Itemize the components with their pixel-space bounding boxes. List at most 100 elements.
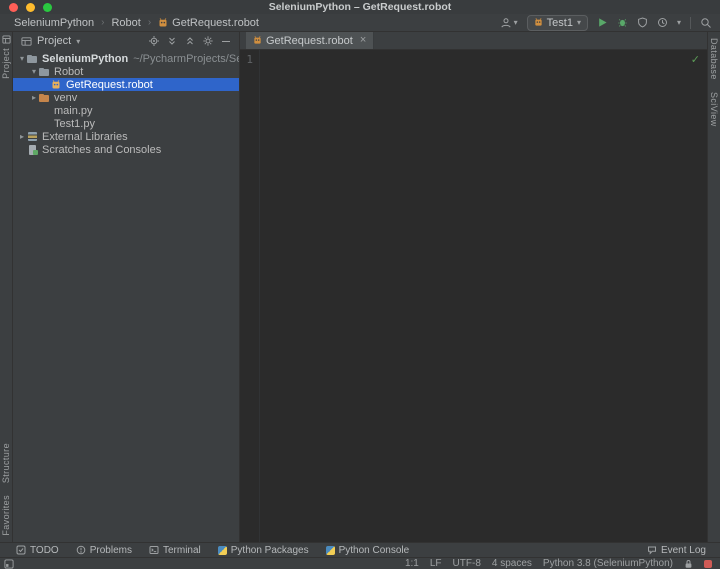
bottom-toolwindow-right: Event Log xyxy=(647,545,706,556)
breadcrumb-project[interactable]: SeleniumPython xyxy=(14,17,94,29)
problems-icon xyxy=(76,545,86,555)
debug-button[interactable] xyxy=(617,17,628,28)
panel-icon xyxy=(21,36,32,47)
tree-item-label: main.py xyxy=(54,105,93,117)
run-configuration-name: Test1 xyxy=(547,17,573,29)
folder-icon xyxy=(39,92,50,103)
minimize-window-button[interactable] xyxy=(26,3,35,12)
more-run-actions-button[interactable]: ▾ xyxy=(677,19,681,27)
project-panel-title[interactable]: Project xyxy=(37,35,71,47)
status-widgets: 1:1 LF UTF-8 4 spaces Python 3.8 (Seleni… xyxy=(405,558,712,569)
fullscreen-window-button[interactable] xyxy=(43,3,52,12)
chevron-right-icon[interactable]: ▸ xyxy=(29,94,39,102)
toolwindow-stripe-database[interactable]: Database xyxy=(709,38,719,80)
python-file-icon xyxy=(39,118,50,129)
breadcrumb-folder[interactable]: Robot xyxy=(111,17,140,29)
tree-item-test1-py[interactable]: Test1.py xyxy=(13,117,239,130)
tree-item-label: External Libraries xyxy=(42,131,128,143)
toolwindow-stripe-project[interactable]: Project xyxy=(1,48,11,79)
breadcrumb-file[interactable]: GetRequest.robot xyxy=(158,17,259,29)
tree-item-external-libraries[interactable]: ▸ External Libraries xyxy=(13,130,239,143)
encoding-widget[interactable]: UTF-8 xyxy=(453,558,481,569)
run-button[interactable] xyxy=(597,17,608,28)
bottom-toolwindow-left: TODO Problems Terminal Python Packages P… xyxy=(16,545,409,556)
toolwindow-label: Problems xyxy=(90,545,132,556)
navigation-bar: SeleniumPython › Robot › GetRequest.robo… xyxy=(0,14,720,32)
expand-all-button[interactable] xyxy=(166,35,178,47)
toolwindow-toggle-icon[interactable] xyxy=(4,559,14,569)
hide-panel-button[interactable] xyxy=(220,35,232,47)
toolwindow-stripe-favorites[interactable]: Favorites xyxy=(1,495,11,536)
run-toolbar: ▾ Test1 ▾ ▾ xyxy=(500,15,712,31)
tree-item-label: SeleniumPython xyxy=(42,53,128,65)
profiler-button[interactable] xyxy=(657,17,668,28)
toolwindow-label: Terminal xyxy=(163,545,201,556)
code-with-me-button[interactable]: ▾ xyxy=(500,17,518,29)
right-tool-strip: Database SciView xyxy=(707,32,720,542)
editor-content[interactable] xyxy=(260,50,707,542)
terminal-icon xyxy=(149,545,159,555)
line-separator-widget[interactable]: LF xyxy=(430,558,442,569)
chevron-down-icon: ▾ xyxy=(514,19,518,27)
folder-icon xyxy=(27,53,38,64)
caret-position-widget[interactable]: 1:1 xyxy=(405,558,419,569)
toolwindow-label: Python Console xyxy=(339,545,410,556)
panel-header-actions xyxy=(148,35,232,47)
toolwindow-event-log-button[interactable]: Event Log xyxy=(647,545,706,556)
scratches-icon xyxy=(27,144,38,155)
inspections-ok-icon[interactable]: ✓ xyxy=(691,53,700,66)
locate-file-button[interactable] xyxy=(148,35,160,47)
close-tab-icon[interactable]: × xyxy=(360,35,366,46)
toolwindow-todo-button[interactable]: TODO xyxy=(16,545,59,556)
toolbar-separator xyxy=(690,17,691,29)
lock-icon[interactable] xyxy=(684,559,693,569)
chevron-right-icon[interactable]: ▸ xyxy=(17,133,27,141)
chevron-down-icon[interactable]: ▾ xyxy=(76,37,80,46)
titlebar: SeleniumPython – GetRequest.robot xyxy=(0,0,720,14)
bottom-toolwindow-bar: TODO Problems Terminal Python Packages P… xyxy=(0,542,720,557)
editor[interactable]: 1 ✓ xyxy=(240,50,707,542)
window-title: SeleniumPython – GetRequest.robot xyxy=(0,0,720,14)
breadcrumb-file-label: GetRequest.robot xyxy=(172,17,259,29)
toolwindow-terminal-button[interactable]: Terminal xyxy=(149,545,201,556)
tree-item-robot-folder[interactable]: ▾ Robot xyxy=(13,65,239,78)
tree-item-scratches[interactable]: Scratches and Consoles xyxy=(13,143,239,156)
breadcrumb: SeleniumPython › Robot › GetRequest.robo… xyxy=(14,17,259,29)
breadcrumb-separator-icon: › xyxy=(101,17,104,28)
run-with-coverage-button[interactable] xyxy=(637,17,648,28)
chevron-down-icon: ▾ xyxy=(677,19,681,27)
tree-item-getrequest-robot[interactable]: GetRequest.robot xyxy=(13,78,239,91)
editor-tab-label: GetRequest.robot xyxy=(266,35,353,47)
toolwindow-stripe-structure[interactable]: Structure xyxy=(1,443,11,483)
toolwindow-label: Python Packages xyxy=(231,545,309,556)
folder-icon xyxy=(39,66,50,77)
notification-indicator-icon[interactable] xyxy=(704,560,712,568)
tree-item-venv-folder[interactable]: ▸ venv xyxy=(13,91,239,104)
toolwindow-stripe-sciview[interactable]: SciView xyxy=(709,92,719,127)
tree-item-label: Robot xyxy=(54,66,83,78)
run-configuration-select[interactable]: Test1 ▾ xyxy=(527,15,588,31)
tree-item-label: Test1.py xyxy=(54,118,95,130)
tree-item-label: GetRequest.robot xyxy=(66,79,153,91)
toolwindow-python-packages-button[interactable]: Python Packages xyxy=(218,545,309,556)
toolwindow-label: Event Log xyxy=(661,545,706,556)
search-everywhere-button[interactable] xyxy=(700,17,712,29)
tree-item-project-root[interactable]: ▾ SeleniumPython ~/PycharmProjects/Selen… xyxy=(13,52,239,65)
chevron-down-icon[interactable]: ▾ xyxy=(17,55,27,63)
chevron-down-icon[interactable]: ▾ xyxy=(29,68,39,76)
editor-tab-getrequest[interactable]: GetRequest.robot × xyxy=(246,32,374,49)
interpreter-widget[interactable]: Python 3.8 (SeleniumPython) xyxy=(543,558,673,569)
indent-widget[interactable]: 4 spaces xyxy=(492,558,532,569)
toolwindow-problems-button[interactable]: Problems xyxy=(76,545,132,556)
chevron-down-icon: ▾ xyxy=(577,19,581,27)
collapse-all-button[interactable] xyxy=(184,35,196,47)
tree-item-main-py[interactable]: main.py xyxy=(13,104,239,117)
event-log-icon xyxy=(647,545,657,555)
project-tree: ▾ SeleniumPython ~/PycharmProjects/Selen… xyxy=(13,50,239,542)
python-icon xyxy=(218,546,227,555)
close-window-button[interactable] xyxy=(9,3,18,12)
toolwindow-python-console-button[interactable]: Python Console xyxy=(326,545,410,556)
main-area: Project Structure Favorites Project ▾ xyxy=(0,32,720,542)
panel-settings-button[interactable] xyxy=(202,35,214,47)
toolwindow-label: TODO xyxy=(30,545,59,556)
